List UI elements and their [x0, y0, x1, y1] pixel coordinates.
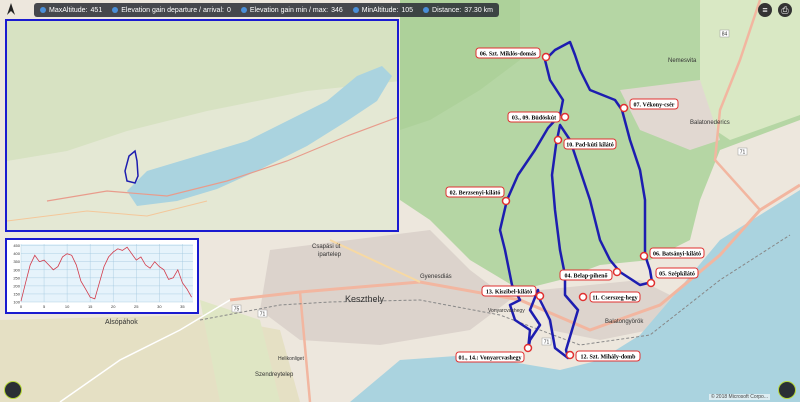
waypoint-label-06-szt-miklos[interactable]: 06. Szt. Miklós-domás	[475, 47, 541, 59]
svg-text:01., 14.: Vonyarcvashegy: 01., 14.: Vonyarcvashegy	[458, 356, 521, 362]
place-balatonederics: Balatonederics	[690, 120, 730, 126]
waypoint-label-12-szt-mihaly[interactable]: 12. Szt. Mihály-domb	[575, 350, 641, 362]
profile-x-tick: 15	[88, 304, 93, 309]
profile-x-tick: 5	[43, 304, 46, 309]
profile-x-tick: 0	[20, 304, 23, 309]
waypoint-label-05-szepkilato[interactable]: 05. Szépkilátó	[655, 267, 699, 279]
waypoint-label-02-berzsenyi[interactable]: 02. Berzsenyi-kilátó	[445, 186, 505, 198]
profile-x-tick: 10	[65, 304, 70, 309]
distance-value: 37.30 km	[464, 6, 493, 14]
profile-x-tick: 30	[157, 304, 162, 309]
place-csapasi: Csapási út	[312, 244, 341, 250]
waypoint-label-11-cserszeg[interactable]: 11. Cserszeg-hegy	[589, 291, 641, 303]
place-alsopahok: Alsópáhok	[105, 319, 138, 326]
min-altitude-value: 105	[401, 6, 414, 14]
place-keszthely: Keszthely	[345, 294, 385, 304]
waypoint-label-13-kiszibel[interactable]: 13. Kiszibel-kilátó	[481, 285, 537, 297]
waypoint-label-07-vekony-cser[interactable]: 07. Vékony-csér	[629, 98, 679, 110]
elevation-minmax-icon	[240, 7, 247, 13]
elevation-minmax-value: 346	[331, 6, 343, 14]
printer-icon[interactable]: ⎙	[778, 3, 792, 17]
svg-text:12. Szt. Mihály-domb: 12. Szt. Mihály-domb	[580, 355, 636, 361]
menu-icon[interactable]: ≡	[758, 3, 772, 17]
svg-text:13. Kiszibel-kilátó: 13. Kiszibel-kilátó	[486, 290, 532, 296]
elevation-profile[interactable]: 100 150 200 250 300 350 400 450 0 5 10 15 20 25 30 35	[5, 238, 199, 314]
logo-icon	[4, 2, 18, 16]
profile-plot-area	[21, 244, 193, 302]
svg-text:07. Vékony-csér: 07. Vékony-csér	[634, 103, 675, 109]
max-altitude-value: 451	[90, 6, 103, 14]
waypoint-label-06-batsanyi[interactable]: 06. Batsányi-kilátó	[649, 247, 705, 259]
svg-text:06. Szt. Miklós-domás: 06. Szt. Miklós-domás	[480, 52, 537, 58]
road-shield-75: 75	[234, 307, 240, 313]
svg-text:10. Pad-kúti kilátó: 10. Pad-kúti kilátó	[566, 143, 614, 149]
profile-y-tick: 150	[13, 291, 20, 296]
waypoint-label-03-budoskut[interactable]: 03., 09. Büdöskút	[507, 111, 561, 123]
profile-y-tick: 250	[13, 275, 20, 280]
svg-text:11. Cserszeg-hegy: 11. Cserszeg-hegy	[592, 296, 637, 302]
svg-text:04. Belap-pihenő: 04. Belap-pihenő	[564, 274, 607, 280]
place-ipartelep: ipartelep	[318, 252, 342, 258]
svg-text:06. Batsányi-kilátó: 06. Batsányi-kilátó	[653, 252, 701, 258]
place-szendreytelep: Szendreytelep	[255, 372, 294, 378]
route-stats-bar: MaxAltitude: 451 Elevation gain departure…	[34, 3, 499, 17]
elevation-gain-value: 0	[226, 6, 231, 14]
profile-y-tick: 350	[13, 259, 20, 264]
map-attribution: © 2018 Microsoft Corpo...	[708, 394, 770, 400]
profile-x-tick: 35	[180, 304, 185, 309]
waypoint-label-04-belap[interactable]: 04. Belap-pihenő	[559, 269, 613, 281]
profile-y-tick: 450	[13, 243, 20, 248]
overview-map[interactable]	[5, 19, 399, 232]
altitude-icon	[40, 7, 46, 13]
place-helikonliget: Helikonliget	[278, 356, 304, 362]
min-altitude-icon	[352, 7, 359, 13]
road-shield-71c: 71	[740, 150, 746, 156]
waypoint-label-10-pad-kuti[interactable]: 10. Pad-kúti kilátó	[563, 138, 617, 150]
road-shield-71b: 71	[544, 340, 550, 346]
road-shield-71a: 71	[260, 312, 266, 318]
place-vonyarcvashegy: Vonyarcvashegy	[488, 308, 525, 314]
locate-icon[interactable]	[4, 381, 22, 399]
profile-y-tick: 200	[13, 283, 20, 288]
settings-icon[interactable]	[778, 381, 796, 399]
svg-text:05. Szépkilátó: 05. Szépkilátó	[659, 272, 695, 278]
profile-y-tick: 400	[13, 251, 20, 256]
place-balatongyorok: Balatongyörök	[605, 319, 644, 325]
waypoint-label-01-vonyarcvashegy[interactable]: 01., 14.: Vonyarcvashegy	[455, 351, 525, 363]
svg-text:02. Berzsenyi-kilátó: 02. Berzsenyi-kilátó	[450, 191, 501, 197]
profile-y-tick: 300	[13, 267, 20, 272]
profile-x-tick: 25	[134, 304, 139, 309]
svg-text:03., 09. Büdöskút: 03., 09. Büdöskút	[512, 116, 556, 122]
profile-x-tick: 20	[111, 304, 116, 309]
distance-icon	[423, 7, 430, 13]
elevation-icon	[112, 7, 119, 13]
place-nemesvita: Nemesvita	[668, 58, 697, 64]
road-shield-84: 84	[722, 32, 728, 38]
place-gyenesdias: Gyenesdiás	[420, 274, 452, 280]
